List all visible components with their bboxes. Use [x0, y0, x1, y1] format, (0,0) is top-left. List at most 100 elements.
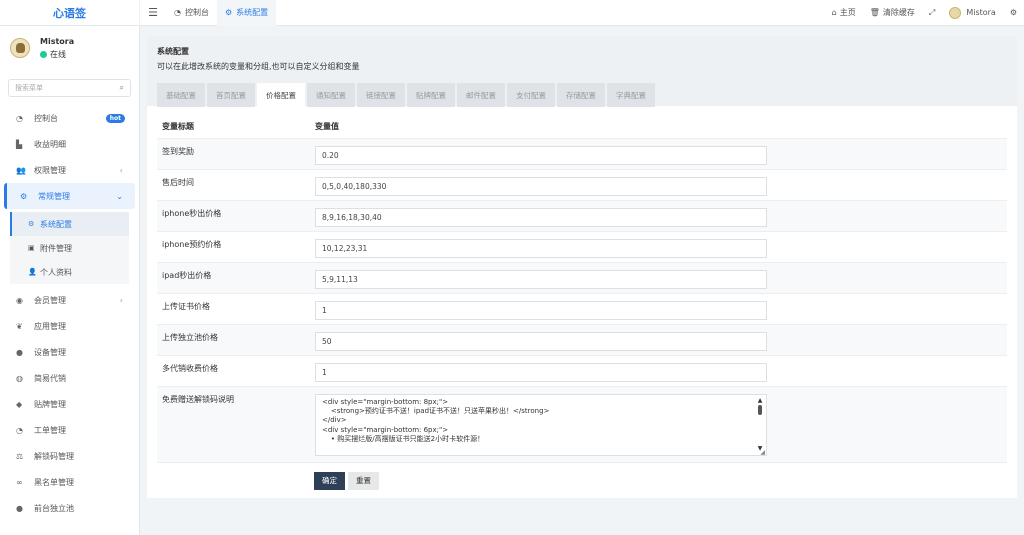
trash-icon: 🗑	[869, 8, 880, 17]
row-title: iphone预约价格	[157, 231, 310, 263]
table-row: iphone预约价格	[157, 231, 1007, 263]
config-tabs: 基础配置 首页配置 价格配置 通知配置 链接配置 贴牌配置 邮件配置 支付配置 …	[157, 83, 1007, 107]
value-input-upload-pool-price[interactable]	[315, 331, 767, 351]
tab-mail[interactable]: 邮件配置	[457, 83, 505, 107]
table-row: 上传独立池价格	[157, 324, 1007, 356]
tab-home[interactable]: 首页配置	[207, 83, 255, 107]
home-link[interactable]: ⌂ 主页	[825, 7, 863, 18]
tab-dictionary[interactable]: 字典配置	[607, 83, 655, 107]
menu-search-input[interactable]	[15, 84, 115, 92]
table-row: 签到奖励	[157, 138, 1007, 170]
cog-icon: ⚙	[28, 220, 35, 228]
sidebar-item-unlock-codes[interactable]: ⚖ 解锁码管理	[0, 443, 139, 469]
reset-button[interactable]: 重置	[348, 471, 379, 490]
chevron-left-icon: ‹	[119, 165, 123, 175]
menu-search: ⌕	[8, 79, 131, 97]
sidebar-subitem-profile[interactable]: 👤 个人资料	[10, 260, 129, 284]
settings-gears-icon[interactable]: ⚙	[1003, 8, 1024, 17]
bicycle-icon: ∞	[16, 477, 23, 487]
sidebar-item-label: 收益明细	[34, 139, 66, 149]
sidebar-subitem-attachments[interactable]: ▣ 附件管理	[10, 236, 129, 260]
product-icon: ●	[16, 503, 23, 513]
gears-icon: ⚙	[224, 8, 233, 17]
user-icon: 👤	[28, 268, 37, 276]
sidebar-item-label: 前台独立池	[34, 503, 74, 513]
value-input-upload-cert-price[interactable]	[315, 300, 767, 320]
dashboard-icon: ◔	[174, 8, 181, 17]
form-actions: 确定 重置	[314, 471, 1017, 490]
scroll-up-icon[interactable]: ▲	[757, 397, 763, 404]
value-input-checkin-reward[interactable]	[315, 145, 767, 165]
dashboard-icon: ◔	[16, 425, 23, 435]
sidebar-item-general[interactable]: ⚙ 常规管理 ⌄	[4, 183, 135, 209]
sidebar-item-whitelabel[interactable]: ◆ 贴牌管理	[0, 391, 139, 417]
value-input-iphone-reserve-price[interactable]	[315, 238, 767, 258]
table-row: ipad秒出价格	[157, 262, 1007, 294]
fullscreen-icon[interactable]: ⤢	[922, 8, 942, 18]
users-icon: 👥	[16, 165, 26, 175]
sidebar-item-members[interactable]: ◉ 会员管理 ‹	[0, 287, 139, 313]
textarea-wrapper: <div style="margin-bottom: 8px;"> <stron…	[315, 393, 767, 458]
tab-links[interactable]: 链接配置	[357, 83, 405, 107]
sidebar-item-earnings[interactable]: ▙ 收益明细	[0, 131, 139, 157]
top-tab-label: 系统配置	[236, 8, 269, 17]
chevron-left-icon: ‹	[119, 295, 123, 305]
search-icon[interactable]: ⌕	[120, 83, 124, 93]
sidebar-item-label: 解锁码管理	[34, 451, 74, 461]
tab-notify[interactable]: 通知配置	[307, 83, 355, 107]
sidebar-user-panel: Mistora 在线	[0, 26, 139, 70]
app-logo[interactable]: 心语签	[0, 0, 140, 26]
tab-whitelabel[interactable]: 贴牌配置	[407, 83, 455, 107]
main-panel: 系统配置 可以在此增改系统的变量和分组,也可以自定义分组和变量 基础配置 首页配…	[147, 36, 1017, 498]
sidebar-item-dashboard[interactable]: ◔ 控制台 hot	[0, 105, 139, 131]
row-title: 免费赠送解锁码说明	[157, 386, 310, 463]
menu-toggle-icon[interactable]: ☰	[140, 6, 166, 19]
row-title: iphone秒出价格	[157, 200, 310, 232]
sidebar-nav-more: ◉ 会员管理 ‹ ❦ 应用管理 ● 设备管理 ◍ 简易代销 ◆ 贴牌管理 ◔ 工…	[0, 287, 139, 521]
tab-basic[interactable]: 基础配置	[157, 83, 205, 107]
sidebar-item-label: 简易代销	[34, 373, 66, 383]
sidebar-subnav: ⚙ 系统配置 ▣ 附件管理 👤 个人资料	[10, 212, 129, 284]
value-input-ipad-instant-price[interactable]	[315, 269, 767, 289]
top-tab-dashboard[interactable]: ◔ 控制台	[166, 0, 217, 26]
sidebar-item-independent-pool[interactable]: ● 前台独立池	[0, 495, 139, 521]
scrollbar-thumb[interactable]	[758, 404, 762, 415]
sidebar-item-apps[interactable]: ❦ 应用管理	[0, 313, 139, 339]
sidebar-item-consignment[interactable]: ◍ 简易代销	[0, 365, 139, 391]
value-input-after-sales-time[interactable]	[315, 176, 767, 196]
leaf-icon: ❦	[16, 321, 23, 331]
user-status-label: 在线	[50, 49, 66, 59]
confirm-button[interactable]: 确定	[314, 471, 345, 490]
page-title: 系统配置	[157, 47, 189, 56]
clear-cache-button[interactable]: 🗑 清除缓存	[863, 7, 922, 18]
top-tab-system-config[interactable]: ⚙ 系统配置	[216, 0, 277, 26]
sidebar-item-tickets[interactable]: ◔ 工单管理	[0, 417, 139, 443]
resize-grip-icon[interactable]: ◢	[760, 449, 765, 456]
tab-payment[interactable]: 支付配置	[507, 83, 555, 107]
sidebar-item-devices[interactable]: ● 设备管理	[0, 339, 139, 365]
row-title: 多代销收费价格	[157, 355, 310, 387]
row-title: 上传独立池价格	[157, 324, 310, 356]
top-tab-label: 控制台	[184, 8, 209, 17]
value-input-multi-agent-price[interactable]	[315, 362, 767, 382]
table-row: 上传证书价格	[157, 293, 1007, 325]
value-input-iphone-instant-price[interactable]	[315, 207, 767, 227]
sidebar-subitem-system-config[interactable]: ⚙ 系统配置	[10, 212, 129, 236]
sidebar-subitem-label: 系统配置	[40, 219, 72, 229]
tab-price[interactable]: 价格配置	[257, 83, 305, 107]
textarea-scrollbar[interactable]: ▲ ▼	[757, 397, 763, 452]
tab-storage[interactable]: 存储配置	[557, 83, 605, 107]
user-circle-icon: ◉	[16, 295, 23, 305]
avatar	[10, 38, 30, 58]
row-title: 上传证书价格	[157, 293, 310, 325]
balance-icon: ⚖	[16, 451, 24, 461]
user-menu[interactable]: Mistora	[942, 6, 1003, 19]
sidebar-item-permissions[interactable]: 👥 权限管理 ‹	[0, 157, 139, 183]
sidebar-item-label: 会员管理	[34, 295, 66, 305]
unlock-code-description-textarea[interactable]: <div style="margin-bottom: 8px;"> <stron…	[315, 393, 767, 456]
sidebar-item-blacklist[interactable]: ∞ 黑名单管理	[0, 469, 139, 495]
sidebar: Mistora 在线 ⌕ ◔ 控制台 hot ▙ 收益明细 👥 权限管理 ‹ ⚙…	[0, 26, 140, 535]
panel-heading: 系统配置 可以在此增改系统的变量和分组,也可以自定义分组和变量 基础配置 首页配…	[147, 36, 1017, 107]
top-right-nav: ⌂ 主页 🗑 清除缓存 ⤢ Mistora ⚙	[825, 0, 1024, 26]
home-label: 主页	[839, 8, 856, 17]
